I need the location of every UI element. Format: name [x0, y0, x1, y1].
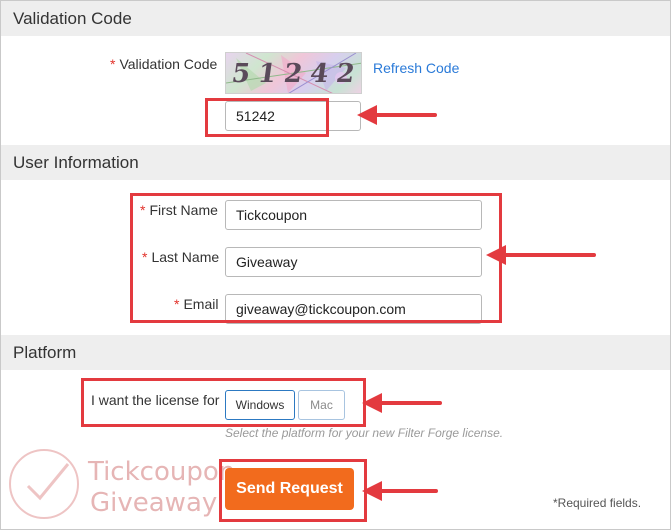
required-marker: * — [142, 249, 148, 265]
validation-code-label: * Validation Code — [110, 56, 217, 72]
platform-mac-button[interactable]: Mac — [298, 390, 345, 420]
last-name-label: * Last Name — [142, 249, 219, 265]
required-marker: * — [110, 56, 116, 72]
last-name-input[interactable] — [225, 247, 482, 277]
first-name-label-text: First Name — [149, 202, 218, 218]
section-title-validation: Validation Code — [13, 9, 132, 28]
required-marker: * — [140, 202, 146, 218]
validation-code-input[interactable] — [225, 101, 361, 131]
section-title-platform: Platform — [13, 343, 77, 362]
section-header-user-info: User Information — [1, 145, 670, 180]
refresh-code-link[interactable]: Refresh Code — [373, 60, 459, 76]
send-request-button[interactable]: Send Request — [225, 468, 354, 510]
first-name-input[interactable] — [225, 200, 482, 230]
platform-hint: Select the platform for your new Filter … — [225, 426, 504, 440]
last-name-label-text: Last Name — [151, 249, 220, 265]
email-label-text: Email — [183, 296, 219, 312]
section-title-user-info: User Information — [13, 153, 139, 172]
platform-windows-button[interactable]: Windows — [225, 390, 295, 420]
email-label: * Email — [174, 296, 218, 312]
section-header-platform: Platform — [1, 335, 670, 370]
captcha-text: 51242 — [229, 59, 362, 89]
required-fields-note: *Required fields. — [553, 496, 642, 510]
captcha-image: 51242 — [225, 52, 362, 94]
platform-label: I want the license for — [91, 392, 220, 408]
email-input[interactable] — [225, 294, 482, 324]
required-marker: * — [174, 296, 180, 312]
watermark-line2: Giveaway — [90, 488, 218, 518]
section-header-validation: Validation Code — [1, 1, 670, 36]
watermark-line1: Tickcoupon — [88, 457, 236, 487]
tickcoupon-logo-icon — [9, 449, 79, 519]
first-name-label: * First Name — [140, 202, 218, 218]
validation-code-label-text: Validation Code — [119, 56, 218, 72]
